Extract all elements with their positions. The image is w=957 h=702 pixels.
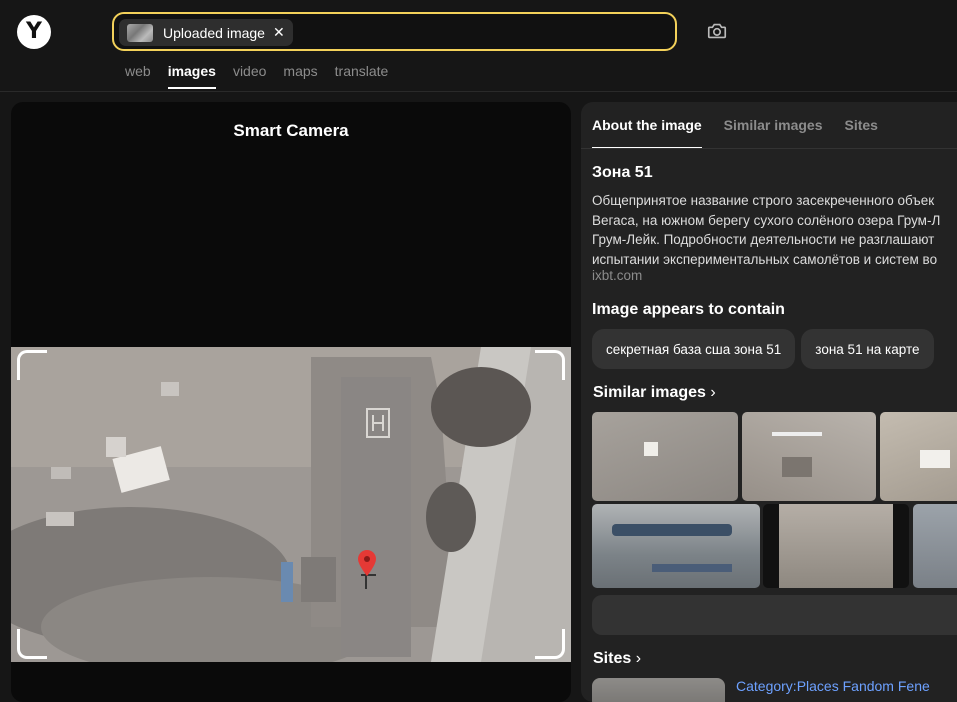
about-line: испытании экспериментальных самолётов и … — [592, 251, 938, 267]
header: Y Uploaded image ✕ web images video maps… — [0, 0, 957, 92]
search-tabs: web images video maps translate — [125, 63, 388, 89]
about-line: Общепринятое название строго засекреченн… — [592, 193, 935, 208]
about-description: Общепринятое название строго засекреченн… — [592, 191, 957, 269]
similar-image[interactable] — [913, 504, 957, 588]
tag-pill[interactable]: секретная база сша зона 51 — [592, 329, 796, 369]
site-thumbnail[interactable] — [592, 678, 725, 702]
about-source-link[interactable]: ixbt.com — [592, 268, 642, 283]
camera-icon[interactable] — [706, 20, 728, 42]
similar-image-detail — [772, 432, 822, 436]
smart-camera-title: Smart Camera — [233, 121, 349, 140]
smart-camera-panel: Smart Camera — [11, 102, 571, 702]
contains-title: Image appears to contain — [592, 301, 785, 318]
tag-pills: секретная база сша зона 51 зона 51 на ка… — [592, 329, 934, 369]
similar-image[interactable] — [742, 412, 876, 501]
uploaded-satellite-image[interactable] — [11, 347, 571, 662]
tab-web[interactable]: web — [125, 63, 151, 89]
tag-pill[interactable]: зона 51 на карте — [801, 329, 934, 369]
similar-image[interactable] — [592, 504, 760, 588]
sites-label: Sites — [593, 650, 632, 667]
about-title: Зона 51 — [592, 164, 653, 181]
similar-image-detail — [782, 457, 812, 477]
uploaded-image-chip[interactable]: Uploaded image ✕ — [119, 19, 293, 46]
site-link[interactable]: Category:Places Fandom Fene — [736, 678, 930, 694]
chevron-right-icon: › — [710, 384, 716, 401]
similar-image-detail — [779, 504, 893, 588]
tab-images[interactable]: images — [167, 63, 216, 89]
tab-sites[interactable]: Sites — [845, 117, 878, 149]
similar-image-detail — [644, 442, 658, 456]
uploaded-image-thumbnail — [127, 23, 153, 42]
similar-images-label: Similar images — [593, 384, 706, 401]
similar-image-detail — [920, 450, 950, 468]
sites-heading[interactable]: Sites › — [593, 650, 641, 668]
yandex-logo[interactable]: Y — [17, 15, 51, 49]
search-bar[interactable]: Uploaded image ✕ — [112, 12, 677, 51]
about-line: Грум-Лейк. Подробности деятельности не р… — [592, 232, 935, 247]
crop-handle-top-left[interactable] — [17, 350, 47, 380]
chevron-right-icon: › — [635, 650, 642, 667]
similar-image[interactable] — [763, 504, 909, 588]
more-similar-images-button[interactable] — [592, 595, 957, 635]
tab-similar-images[interactable]: Similar images — [724, 117, 823, 149]
satellite-photo-drawing — [11, 347, 571, 662]
tab-about-the-image[interactable]: About the image — [592, 117, 702, 149]
tab-translate[interactable]: translate — [335, 63, 389, 89]
results-tabs: About the image Similar images Sites — [592, 117, 878, 149]
crop-handle-top-right[interactable] — [535, 350, 565, 380]
similar-image-detail — [612, 524, 732, 536]
close-icon[interactable]: ✕ — [273, 24, 285, 41]
tab-maps[interactable]: maps — [283, 63, 317, 89]
similar-image[interactable] — [592, 412, 738, 501]
about-line: Вегаса, на южном берегу сухого солёного … — [592, 212, 941, 228]
tab-video[interactable]: video — [233, 63, 266, 89]
similar-image-detail — [652, 564, 732, 572]
results-panel: About the image Similar images Sites Зон… — [581, 102, 957, 702]
crop-handle-bottom-left[interactable] — [17, 629, 47, 659]
similar-image[interactable] — [880, 412, 957, 501]
location-pin-icon — [358, 550, 376, 576]
crop-handle-bottom-right[interactable] — [535, 629, 565, 659]
similar-images-heading[interactable]: Similar images › — [593, 384, 716, 402]
chip-label: Uploaded image — [163, 24, 265, 41]
tabs-divider — [581, 148, 957, 149]
